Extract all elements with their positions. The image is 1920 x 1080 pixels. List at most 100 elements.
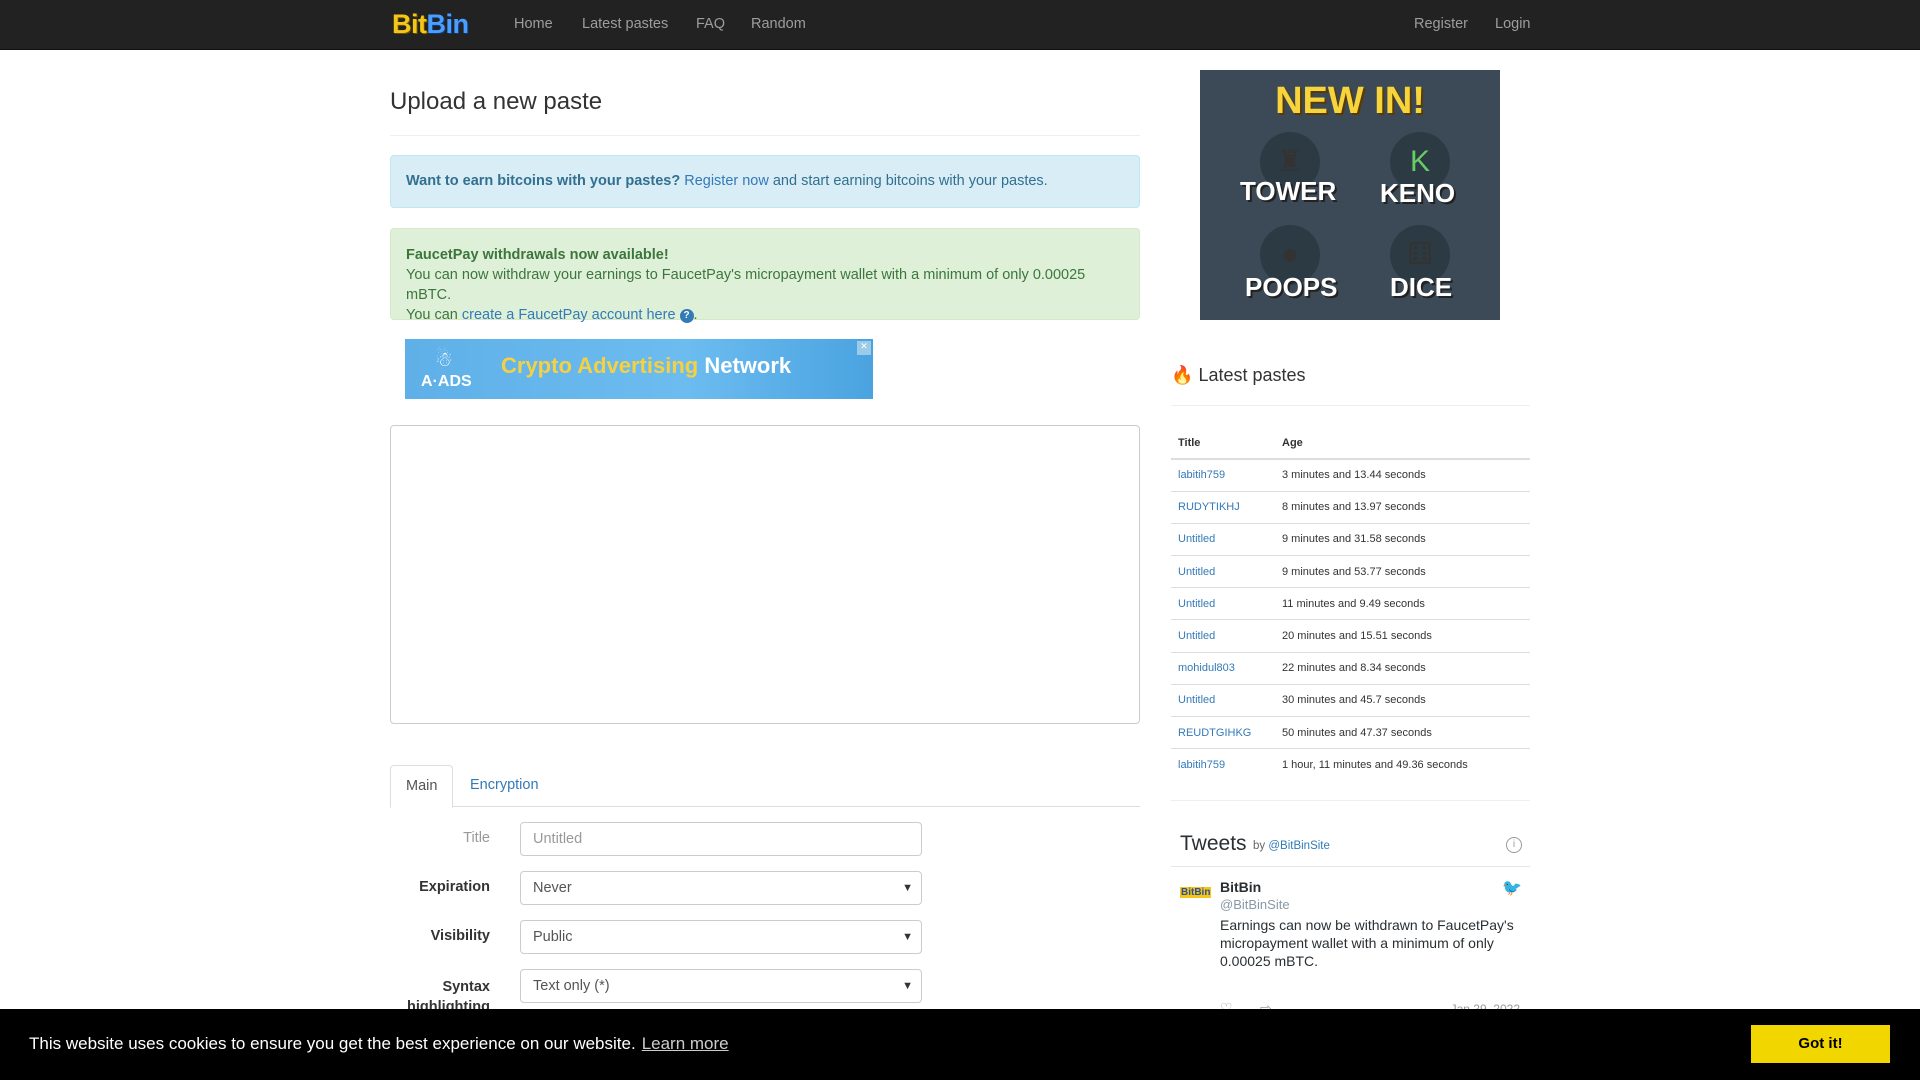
paste-title-cell[interactable]: mohidul803 [1171, 651, 1275, 685]
visibility-select[interactable]: Public ▼ [520, 920, 922, 954]
divider [390, 135, 1140, 136]
alert-text: You can [406, 307, 462, 323]
register-link[interactable]: Register now [684, 173, 769, 189]
tweet-handle[interactable]: @BitBinSite [1220, 897, 1290, 912]
latest-pastes-heading: 🔥 Latest pastes [1171, 365, 1306, 386]
paste-link[interactable]: mohidul803 [1178, 662, 1235, 674]
paste-textarea[interactable] [390, 425, 1140, 724]
divider [1171, 405, 1530, 406]
divider [1171, 866, 1530, 867]
ad-game: TOWER [1240, 176, 1337, 206]
ad-game: POOPS [1245, 272, 1338, 302]
table-row: REUDTGIHKG 50 minutes and 47.37 seconds [1171, 715, 1530, 749]
paste-link[interactable]: REUDTGIHKG [1178, 727, 1251, 739]
tweets-title: Tweets [1180, 832, 1247, 855]
table-row: Untitled 30 minutes and 45.7 seconds [1171, 683, 1530, 717]
paste-age-cell: 9 minutes and 53.77 seconds [1275, 555, 1530, 588]
paste-age-cell: 1 hour, 11 minutes and 49.36 seconds [1275, 748, 1530, 781]
banner-ad[interactable]: ☃ A·ADS Crypto Advertising Network ✕ [405, 339, 873, 399]
chevron-down-icon: ▼ [902, 931, 913, 943]
ad-text-b: Network [704, 353, 792, 378]
paste-age-cell: 22 minutes and 8.34 seconds [1275, 651, 1530, 685]
paste-title-cell[interactable]: Untitled [1171, 683, 1275, 717]
chevron-down-icon: ▼ [902, 882, 913, 894]
tweet-text: Earnings can now be withdrawn to FaucetP… [1220, 917, 1514, 969]
nav-login[interactable]: Login [1495, 16, 1530, 32]
expiration-value: Never [533, 880, 572, 896]
nav-latest-pastes[interactable]: Latest pastes [582, 16, 668, 32]
title-label: Title [463, 830, 490, 846]
alert-text: and start earning bitcoins with your pas… [768, 173, 1048, 189]
paste-link[interactable]: Untitled [1178, 533, 1215, 545]
table-row: labitih759 3 minutes and 13.44 seconds [1171, 458, 1530, 492]
paste-title-cell[interactable]: labitih759 [1171, 458, 1275, 492]
paste-age-cell: 20 minutes and 15.51 seconds [1275, 619, 1530, 653]
table-row: labitih759 1 hour, 11 minutes and 49.36 s… [1171, 748, 1530, 781]
logo-part: Bit [392, 9, 427, 39]
alert-text: You can now withdraw your earnings to Fa… [406, 267, 1086, 303]
ad-headline: NEW IN! [1275, 80, 1425, 122]
tab-main[interactable]: Main [390, 765, 454, 808]
ad-close-icon[interactable]: ✕ [857, 341, 871, 355]
ad-text-a: Crypto Advertising [501, 353, 699, 378]
syntax-select[interactable]: Text only (*) ▼ [520, 969, 922, 1003]
syntax-value: Text only (*) [533, 978, 610, 994]
paste-link[interactable]: labitih759 [1178, 759, 1225, 771]
nav-home[interactable]: Home [514, 16, 553, 32]
paste-link[interactable]: labitih759 [1178, 469, 1225, 481]
twitter-bird-icon[interactable]: 🐦 [1502, 878, 1522, 898]
paste-age-cell: 9 minutes and 31.58 seconds [1275, 522, 1530, 556]
got-it-button[interactable]: Got it! [1751, 1025, 1890, 1063]
paste-title-cell[interactable]: labitih759 [1171, 748, 1275, 781]
latest-pastes-table: Title Age labitih759 3 minutes and 13.44 s… [1171, 427, 1530, 781]
nav-random[interactable]: Random [751, 16, 806, 32]
table-row: Untitled 9 minutes and 31.58 seconds [1171, 522, 1530, 556]
paste-title-cell[interactable]: RUDYTIKHJ [1171, 490, 1275, 524]
tab-encryption[interactable]: Encryption [455, 765, 554, 807]
paste-link[interactable]: Untitled [1178, 598, 1215, 610]
table-row: Untitled 9 minutes and 53.77 seconds [1171, 555, 1530, 588]
alert-bold: Want to earn bitcoins with your pastes? [406, 173, 681, 189]
table-row: Untitled 20 minutes and 15.51 seconds [1171, 619, 1530, 653]
heading-text: Latest pastes [1198, 365, 1306, 385]
page-title: Upload a new paste [390, 88, 603, 115]
nav-faq[interactable]: FAQ [696, 16, 725, 32]
paste-age-cell: 8 minutes and 13.97 seconds [1275, 490, 1530, 524]
paste-link[interactable]: Untitled [1178, 630, 1215, 642]
question-icon[interactable]: ? [679, 309, 694, 323]
visibility-label: Visibility [430, 928, 490, 944]
expiration-select[interactable]: Never ▼ [520, 871, 922, 905]
paste-link[interactable]: RUDYTIKHJ [1178, 501, 1240, 513]
table-row: mohidul803 22 minutes and 8.34 seconds [1171, 651, 1530, 685]
divider [1171, 800, 1530, 801]
tweet-author[interactable]: BitBin [1220, 879, 1261, 895]
fire-icon: 🔥 [1171, 365, 1194, 385]
paste-title-cell[interactable]: Untitled [1171, 587, 1275, 620]
ad-text: Crypto Advertising Network [501, 353, 791, 379]
info-icon[interactable]: i [1506, 837, 1522, 853]
logo[interactable]: BitBin [392, 9, 469, 40]
tab-bar: Main Encryption [390, 765, 1140, 808]
nav-register[interactable]: Register [1414, 16, 1468, 32]
cookie-banner: This website uses cookies to ensure you … [0, 1009, 1920, 1080]
title-input[interactable]: Untitled [520, 822, 922, 856]
paste-title-cell[interactable]: Untitled [1171, 522, 1275, 556]
learn-more-link[interactable]: Learn more [642, 1034, 729, 1053]
table-row: Untitled 11 minutes and 9.49 seconds [1171, 587, 1530, 620]
faucetpay-link[interactable]: create a FaucetPay account here [462, 307, 676, 323]
paste-title-cell[interactable]: Untitled [1171, 619, 1275, 653]
avatar[interactable]: BitBin [1180, 887, 1212, 898]
twitter-handle-link[interactable]: @BitBinSite [1268, 840, 1330, 852]
paste-title-cell[interactable]: REUDTGIHKG [1171, 715, 1275, 749]
cookie-message: This website uses cookies to ensure you … [29, 1034, 636, 1053]
side-ad[interactable]: NEW IN! ♜ K ● ⚅ TOWER KENO POOPS DICE [1200, 70, 1500, 320]
ad-game: KENO [1380, 178, 1456, 208]
paste-title-cell[interactable]: Untitled [1171, 555, 1275, 588]
success-alert: FaucetPay withdrawals now available! You… [390, 228, 1140, 323]
tweets-by: by @BitBinSite [1253, 840, 1330, 852]
alert-title: FaucetPay withdrawals now available! [406, 247, 669, 263]
paste-link[interactable]: Untitled [1178, 694, 1215, 706]
paste-age-cell: 3 minutes and 13.44 seconds [1275, 458, 1530, 492]
alert-text: . [693, 307, 698, 323]
paste-link[interactable]: Untitled [1178, 566, 1215, 578]
